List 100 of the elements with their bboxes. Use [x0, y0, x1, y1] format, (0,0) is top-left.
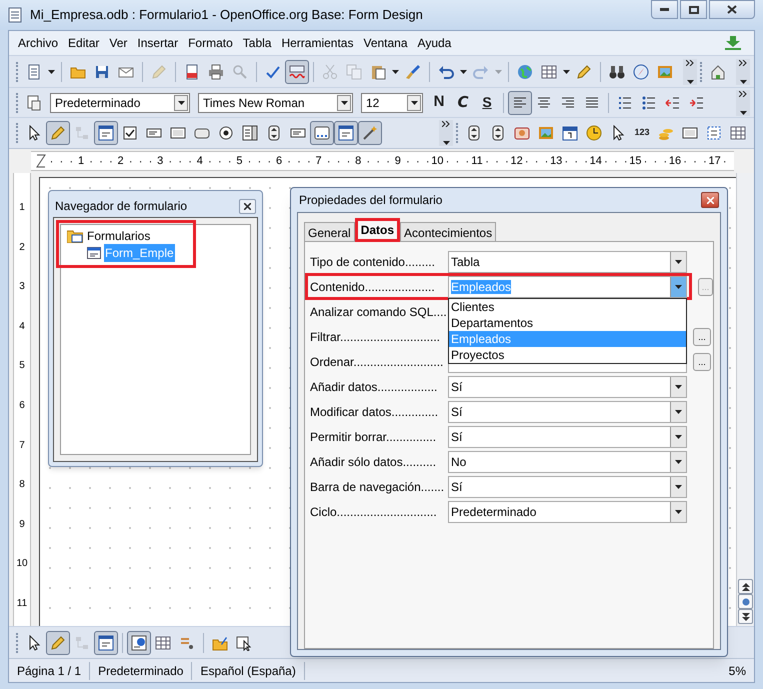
close-button[interactable] — [709, 0, 755, 19]
close-icon — [244, 202, 251, 210]
menu-item[interactable]: Editar — [63, 34, 104, 52]
menu-item[interactable]: Archivo — [13, 34, 64, 52]
dropdown-field[interactable]: Sí — [448, 476, 687, 498]
align-center-icon — [536, 94, 552, 110]
scroll-down-button[interactable] — [738, 609, 753, 624]
clipboard-icon — [370, 64, 386, 80]
format-button[interactable]: S — [475, 90, 499, 114]
property-label: Tipo de contenido......... — [310, 254, 436, 270]
toolbar-button[interactable] — [127, 630, 151, 654]
form-icon — [98, 125, 114, 141]
menu-item[interactable]: Ventana — [358, 34, 413, 52]
checkbox-icon — [122, 125, 138, 141]
toolbar-button[interactable] — [94, 630, 118, 654]
overflow-button[interactable] — [683, 58, 697, 84]
toolbar-button[interactable] — [334, 121, 358, 145]
brush-icon — [405, 64, 421, 80]
close-button[interactable] — [701, 192, 719, 208]
dropdown-field[interactable]: Predeterminado — [448, 500, 687, 522]
menu-item[interactable]: Ver — [104, 34, 132, 52]
spin-button-icon — [466, 125, 482, 141]
clock-icon — [586, 125, 602, 141]
download-icon[interactable] — [724, 35, 742, 51]
status-text: Español (España) — [192, 662, 305, 680]
ruler-number: 6 — [18, 400, 26, 412]
dot-icon — [742, 598, 750, 606]
property-label: Añadir datos.................. — [310, 378, 438, 396]
dropdown-field[interactable]: Tabla — [448, 250, 687, 272]
dashed-frame-icon — [706, 125, 722, 141]
dropdown-field[interactable]: Times New Roman — [198, 92, 353, 112]
menu-item[interactable]: Herramientas — [276, 34, 358, 52]
format-button[interactable]: 123 — [630, 121, 654, 145]
property-label: Filtrar.............................. — [310, 328, 442, 346]
dropdown-field[interactable]: No — [448, 450, 687, 472]
form-navigator-icon — [131, 634, 147, 650]
tree-item[interactable]: Formularios — [86, 226, 152, 244]
window-title: Mi_Empresa.odb : Formulario1 - OpenOffice.org Base: Form Design — [30, 6, 424, 24]
scroll-up-button[interactable] — [738, 579, 753, 594]
format-button[interactable]: N — [427, 90, 451, 114]
compass-icon — [633, 64, 649, 80]
tab[interactable]: Datos — [354, 218, 400, 242]
ruler-number: 3 — [18, 281, 26, 294]
ruler-number: 1 — [18, 202, 26, 214]
dropdown-field[interactable]: 12 — [361, 92, 423, 112]
list-option[interactable]: Proyectos — [449, 346, 686, 362]
menu-item[interactable]: Ayuda — [412, 34, 456, 52]
window-title: Propiedades del formulario — [299, 192, 444, 209]
tree-icon — [74, 634, 90, 650]
group-box-icon — [314, 125, 330, 141]
caret-icon — [675, 284, 682, 288]
chevron-icon — [442, 121, 450, 127]
bulleted-list-icon — [641, 94, 657, 110]
pencil-icon — [50, 634, 66, 650]
pattern-field-icon — [170, 125, 186, 141]
vertical-scrollbar[interactable] — [736, 173, 754, 626]
status-text: Predeterminado — [90, 662, 192, 680]
tab[interactable]: Acontecimientos — [400, 222, 496, 242]
toolbar-button[interactable] — [508, 90, 532, 114]
ellipsis-button[interactable]: ... — [693, 328, 711, 346]
toolbar-button[interactable] — [94, 121, 118, 145]
property-label: Ordenar........................... — [310, 354, 444, 370]
caret-icon — [675, 384, 682, 388]
overflow-button[interactable] — [439, 120, 453, 146]
dropdown-field[interactable]: Sí — [448, 376, 687, 398]
list-option[interactable]: Departamentos — [449, 314, 686, 330]
overflow-button[interactable] — [736, 90, 750, 116]
list-option[interactable]: Clientes — [449, 298, 686, 314]
maximize-button[interactable] — [680, 0, 707, 19]
overflow-button[interactable] — [736, 58, 750, 84]
ellipsis-button[interactable]: ... — [693, 352, 711, 370]
calendar-icon — [562, 125, 578, 141]
ruler-number: 7 — [18, 440, 26, 452]
caret-icon — [410, 100, 418, 104]
ruler-number: 4 — [18, 320, 26, 333]
format-button[interactable]: C — [451, 90, 475, 114]
globe-icon — [517, 64, 533, 80]
copy-icon — [346, 64, 362, 80]
window-title: Navegador de formulario — [55, 198, 188, 215]
tab[interactable]: General — [304, 222, 355, 242]
dropdown-field[interactable]: Predeterminado — [50, 92, 190, 112]
caret-icon — [495, 70, 502, 74]
ruler-number: 9 — [18, 518, 26, 531]
caret-icon — [686, 80, 694, 84]
caret-icon — [675, 260, 682, 264]
menu-item[interactable]: Tabla — [238, 34, 276, 52]
toolbar-button[interactable] — [310, 121, 334, 145]
picture-frame-icon — [657, 64, 673, 80]
dropdown-field[interactable]: Sí — [448, 400, 687, 422]
document-icon — [26, 64, 42, 80]
dropdown-field[interactable]: Sí — [448, 426, 687, 448]
caret-icon — [675, 460, 682, 464]
property-label: Contenido..................... — [310, 278, 436, 296]
close-button[interactable] — [239, 198, 256, 214]
menu-item[interactable]: Formato — [183, 34, 238, 52]
close-icon — [727, 5, 737, 14]
minimize-button[interactable] — [651, 0, 678, 19]
navigation-button[interactable] — [738, 594, 753, 609]
chevron-icon — [686, 60, 694, 66]
menu-item[interactable]: Insertar — [132, 34, 184, 52]
